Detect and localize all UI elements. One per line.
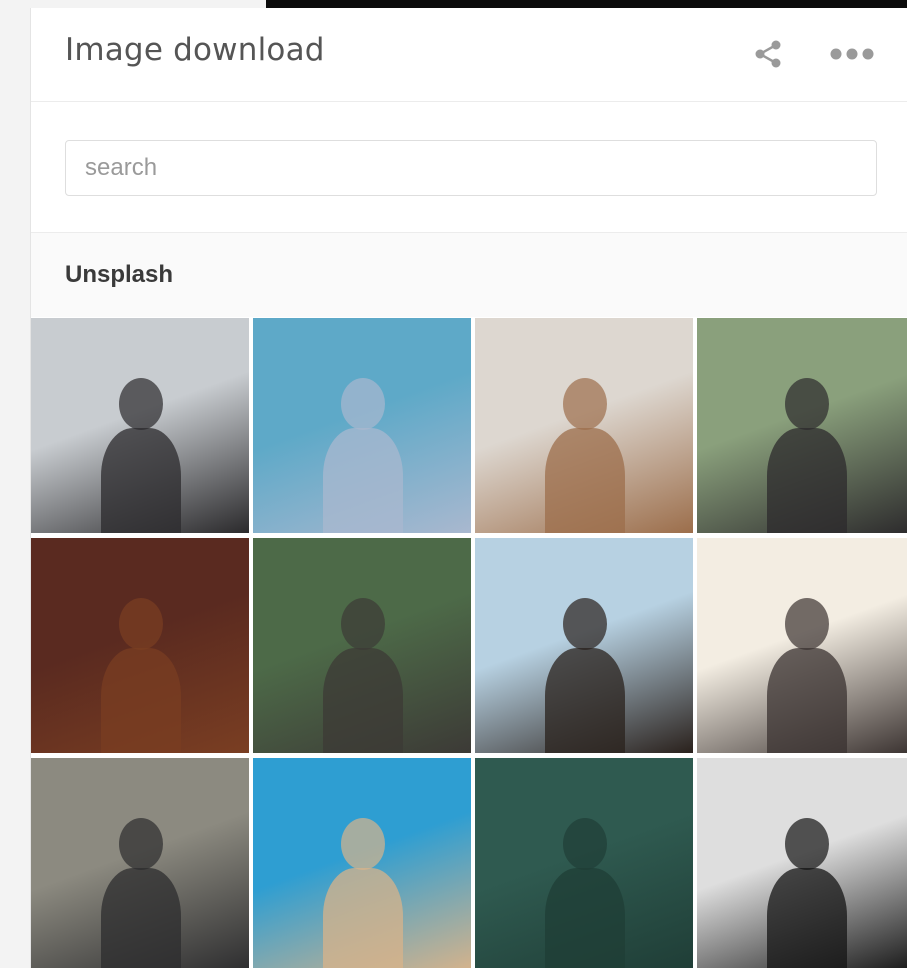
- source-section-header: Unsplash: [31, 233, 907, 317]
- share-button[interactable]: [750, 36, 786, 72]
- photo-thumbnail[interactable]: [253, 758, 471, 968]
- photo-subject-shape: [323, 868, 403, 968]
- panel-header: Image download: [31, 8, 907, 102]
- photo-subject-shape: [101, 428, 181, 533]
- photo-subject-head: [119, 378, 163, 430]
- search-input[interactable]: [65, 140, 877, 196]
- photo-subject-head: [785, 818, 829, 870]
- photo-thumbnail[interactable]: [253, 318, 471, 533]
- photo-subject-head: [563, 598, 607, 650]
- photo-thumbnail[interactable]: [31, 758, 249, 968]
- photo-thumbnail[interactable]: [31, 538, 249, 753]
- photo-subject-head: [785, 378, 829, 430]
- photo-subject-head: [785, 598, 829, 650]
- photo-subject-shape: [101, 868, 181, 968]
- photo-grid: [31, 318, 907, 968]
- photo-thumbnail[interactable]: [31, 318, 249, 533]
- photo-thumbnail[interactable]: [475, 758, 693, 968]
- photo-subject-shape: [767, 648, 847, 753]
- photo-subject-head: [341, 598, 385, 650]
- photo-subject-shape: [323, 428, 403, 533]
- photo-subject-shape: [767, 868, 847, 968]
- photo-subject-head: [563, 378, 607, 430]
- photo-thumbnail[interactable]: [697, 318, 907, 533]
- photo-thumbnail[interactable]: [253, 538, 471, 753]
- photo-thumbnail[interactable]: [475, 318, 693, 533]
- photo-thumbnail[interactable]: [475, 538, 693, 753]
- photo-subject-shape: [545, 868, 625, 968]
- photo-subject-head: [119, 598, 163, 650]
- photo-subject-head: [341, 378, 385, 430]
- photo-subject-shape: [545, 648, 625, 753]
- photo-subject-head: [563, 818, 607, 870]
- photo-subject-head: [119, 818, 163, 870]
- photo-subject-shape: [101, 648, 181, 753]
- photo-subject-shape: [767, 428, 847, 533]
- more-options-button[interactable]: [827, 40, 877, 68]
- photo-thumbnail[interactable]: [697, 758, 907, 968]
- panel-title: Image download: [65, 32, 325, 68]
- search-section: [31, 102, 907, 233]
- top-dark-bar: [266, 0, 907, 8]
- section-title: Unsplash: [65, 261, 174, 288]
- photo-thumbnail[interactable]: [697, 538, 907, 753]
- image-download-panel: Image download Unsplash: [30, 8, 907, 968]
- share-icon: [755, 40, 781, 68]
- photo-subject-shape: [323, 648, 403, 753]
- photo-subject-shape: [545, 428, 625, 533]
- more-horizontal-icon: [830, 48, 874, 60]
- photo-subject-head: [341, 818, 385, 870]
